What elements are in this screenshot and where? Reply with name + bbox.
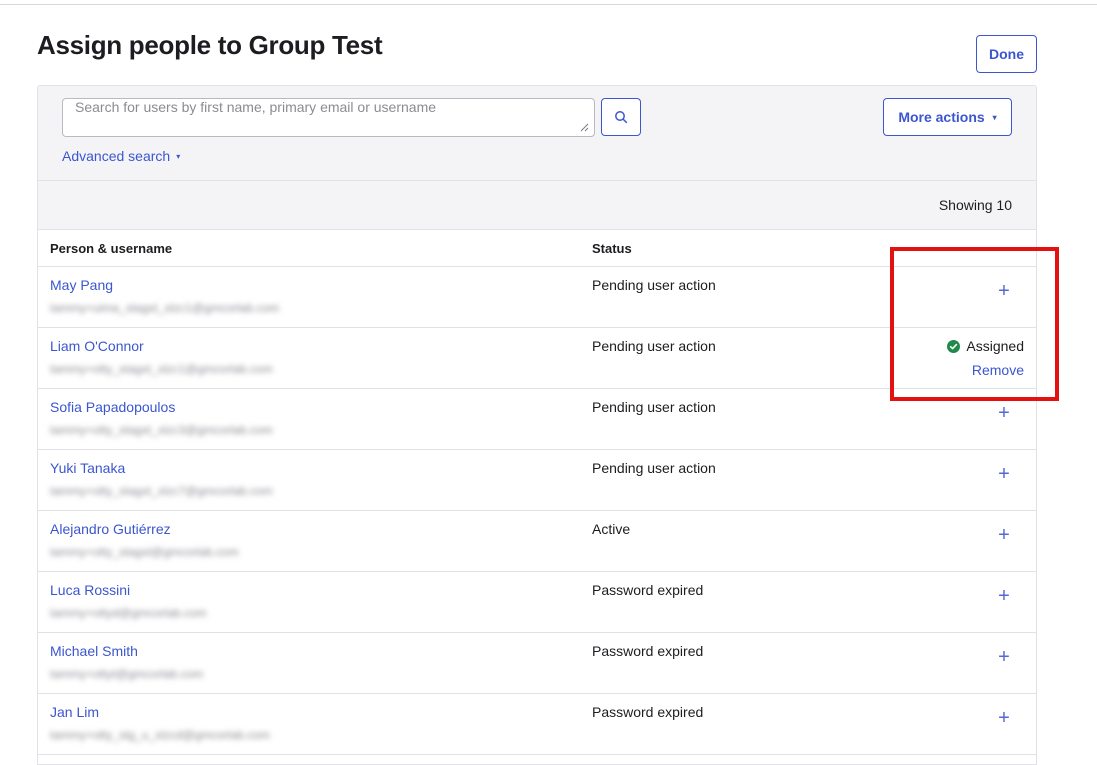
person-username: tammy+otty_stagxt_xlzc1@gmcorlab.com bbox=[50, 362, 273, 376]
person-username: tammy+otty_stagxt@gmcorlab.com bbox=[50, 545, 239, 559]
person-name-link[interactable]: Jan Lim bbox=[50, 704, 99, 720]
column-header-status: Status bbox=[592, 241, 632, 256]
assigned-label: Assigned bbox=[966, 338, 1024, 354]
person-username: tammy+uima_stagxt_xlzc1@gmcorlab.com bbox=[50, 301, 280, 315]
page-title: Assign people to Group Test bbox=[37, 30, 383, 60]
add-person-plus-icon[interactable]: + bbox=[994, 281, 1014, 301]
search-icon bbox=[615, 111, 628, 124]
status-text: Pending user action bbox=[592, 338, 716, 354]
top-divider bbox=[0, 4, 1097, 5]
add-person-plus-icon[interactable]: + bbox=[994, 708, 1014, 728]
table-header: Person & username Status bbox=[38, 230, 1036, 267]
status-text: Pending user action bbox=[592, 460, 716, 476]
status-text: Password expired bbox=[592, 643, 704, 659]
table-row: May Pang tammy+uima_stagxt_xlzc1@gmcorlab… bbox=[38, 267, 1036, 328]
person-username: tammy+ottyt@gmcorlab.com bbox=[50, 667, 204, 681]
search-button[interactable] bbox=[601, 98, 641, 136]
results-count: Showing 10 bbox=[938, 197, 1012, 213]
column-header-person: Person & username bbox=[50, 241, 173, 256]
add-person-plus-icon[interactable]: + bbox=[994, 525, 1014, 545]
done-button[interactable]: Done bbox=[976, 35, 1037, 73]
more-actions-button[interactable]: More actions ▾ bbox=[883, 98, 1012, 136]
person-name-link[interactable]: Yuki Tanaka bbox=[50, 460, 125, 476]
person-name-link[interactable]: Michael Smith bbox=[50, 643, 138, 659]
status-text: Password expired bbox=[592, 582, 704, 598]
advanced-search-label: Advanced search bbox=[62, 148, 171, 164]
status-text: Active bbox=[592, 521, 631, 537]
search-toolbar: Advanced search ▾ More actions ▾ bbox=[38, 86, 1036, 181]
assign-people-panel: Advanced search ▾ More actions ▾ Showing… bbox=[37, 85, 1037, 765]
people-table-body: May Pang tammy+uima_stagxt_xlzc1@gmcorlab… bbox=[38, 267, 1036, 755]
table-row: Jan Lim tammy+otty_stg_u_xlzcd@gmcorlab.c… bbox=[38, 694, 1036, 755]
add-person-plus-icon[interactable]: + bbox=[994, 464, 1014, 484]
person-username: tammy+otty_stagxt_xlzc3@gmcorlab.com bbox=[50, 423, 273, 437]
resize-handle-icon[interactable] bbox=[580, 123, 589, 132]
person-name-link[interactable]: Sofia Papadopoulos bbox=[50, 399, 175, 415]
person-username: tammy+otty_stg_u_xlzcd@gmcorlab.com bbox=[50, 728, 270, 742]
advanced-search-link[interactable]: Advanced search ▾ bbox=[62, 148, 180, 164]
remove-link[interactable]: Remove bbox=[972, 362, 1024, 378]
add-person-plus-icon[interactable]: + bbox=[994, 647, 1014, 667]
results-count-bar: Showing 10 bbox=[38, 181, 1036, 230]
check-circle-icon bbox=[947, 339, 961, 353]
status-text: Pending user action bbox=[592, 277, 716, 293]
assigned-status: Assigned bbox=[947, 338, 1024, 354]
person-name-link[interactable]: May Pang bbox=[50, 277, 113, 293]
table-row: Luca Rossini tammy+ottyd@gmcorlab.com Pass… bbox=[38, 572, 1036, 633]
person-username: tammy+otty_stagxt_xlzc7@gmcorlab.com bbox=[50, 484, 273, 498]
person-username: tammy+ottyd@gmcorlab.com bbox=[50, 606, 207, 620]
table-row: Michael Smith tammy+ottyt@gmcorlab.com Pas… bbox=[38, 633, 1036, 694]
more-actions-label: More actions bbox=[898, 109, 985, 125]
search-input[interactable] bbox=[62, 98, 595, 137]
table-row: Alejandro Gutiérrez tammy+otty_stagxt@gmc… bbox=[38, 511, 1036, 572]
table-row: Yuki Tanaka tammy+otty_stagxt_xlzc7@gmcor… bbox=[38, 450, 1036, 511]
status-text: Password expired bbox=[592, 704, 704, 720]
person-name-link[interactable]: Alejandro Gutiérrez bbox=[50, 521, 171, 537]
status-text: Pending user action bbox=[592, 399, 716, 415]
add-person-plus-icon[interactable]: + bbox=[994, 403, 1014, 423]
caret-down-icon: ▾ bbox=[176, 151, 181, 161]
person-name-link[interactable]: Liam O'Connor bbox=[50, 338, 144, 354]
table-row: Liam O'Connor tammy+otty_stagxt_xlzc1@gmc… bbox=[38, 328, 1036, 389]
add-person-plus-icon[interactable]: + bbox=[994, 586, 1014, 606]
caret-down-icon: ▾ bbox=[992, 112, 997, 122]
person-name-link[interactable]: Luca Rossini bbox=[50, 582, 130, 598]
table-row: Sofia Papadopoulos tammy+otty_stagxt_xlzc… bbox=[38, 389, 1036, 450]
